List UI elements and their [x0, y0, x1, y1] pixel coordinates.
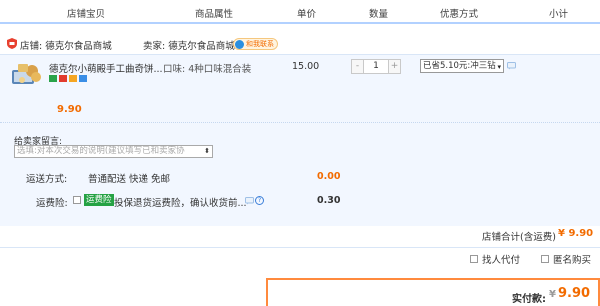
shop-total-label: 店铺合计(含运费): [482, 232, 556, 243]
message-placeholder: 选填:对本次交易的说明(建议填写已和卖家协: [17, 146, 185, 156]
insurance-checkbox[interactable]: [73, 196, 81, 204]
insurance-row: 运费险: 运费险 投保退货运费险，确认收货前... ? 0.30: [0, 193, 600, 209]
payment-total: ¥9.90: [549, 286, 590, 301]
guarantee-badge-icon[interactable]: [49, 75, 57, 82]
proxy-pay-checkbox[interactable]: [470, 255, 478, 263]
product-attribute: 口味: 4种口味混合装: [163, 64, 252, 75]
insurance-label: 运费险:: [36, 198, 68, 209]
contact-seller-label: 和我联系: [246, 40, 274, 48]
cart-column-header: 店铺宝贝 商品属性 单价 数量 优惠方式 小计: [0, 0, 600, 24]
shop-total-value: ¥ 9.90: [558, 228, 594, 239]
chat-icon: [235, 39, 244, 49]
shipping-price: 0.00: [317, 171, 341, 182]
shop-row: 店铺: 德克尔食品商城 卖家: 德克尔食品商城 和我联系: [0, 34, 600, 54]
chevron-down-icon: ▾: [497, 63, 501, 71]
proxy-pay-option[interactable]: 找人代付: [470, 252, 520, 266]
product-thumbnail[interactable]: [12, 62, 42, 88]
shipping-method: 普通配送 快递 免邮: [88, 174, 171, 185]
purchase-options: 找人代付 匿名购买: [0, 250, 600, 266]
quantity-input[interactable]: 1: [364, 59, 388, 74]
delivery-badge-icon[interactable]: [79, 75, 87, 82]
cart-item: 德克尔小萌殿手工曲奇饼... 口味: 4种口味混合装 15.00 - 1 + 已…: [0, 54, 600, 122]
header-attribute: 商品属性: [195, 9, 234, 20]
insurance-price: 0.30: [317, 195, 341, 206]
product-title-link[interactable]: 德克尔小萌殿手工曲奇饼...: [49, 61, 163, 75]
payment-summary: 实付款: ¥9.90: [266, 278, 600, 306]
service-badges: [49, 75, 87, 82]
shipping-row: 运送方式: 普通配送 快递 免邮 0.00: [0, 169, 600, 185]
proxy-pay-label: 找人代付: [482, 255, 521, 266]
quantity-stepper: - 1 +: [351, 59, 401, 74]
discount-select[interactable]: 已省5.10元:冲三钻 ▾: [420, 59, 504, 73]
return-badge-icon[interactable]: [69, 75, 77, 82]
insurance-description: 投保退货运费险，确认收货前...: [114, 198, 247, 209]
payment-amount: 9.90: [557, 286, 591, 301]
header-discount: 优惠方式: [440, 9, 479, 20]
unit-price: 15.00: [292, 61, 320, 72]
header-price: 单价: [297, 9, 317, 20]
shop-total-row: 店铺合计(含运费) ¥ 9.90: [0, 226, 600, 248]
message-to-seller-field[interactable]: 选填:对本次交易的说明(建议填写已和卖家协 ⬍: [14, 145, 213, 158]
discount-chat-icon[interactable]: [507, 62, 516, 70]
quantity-decrease-button[interactable]: -: [351, 59, 364, 74]
quantity-increase-button[interactable]: +: [388, 59, 401, 74]
anonymous-checkbox[interactable]: [541, 255, 549, 263]
card-payment-badge-icon[interactable]: [59, 75, 67, 82]
shop-name[interactable]: 店铺: 德克尔食品商城: [20, 38, 112, 52]
insurance-tag: 运费险: [84, 194, 114, 206]
discount-selected-value: 已省5.10元:冲三钻: [423, 61, 496, 71]
payment-label: 实付款:: [512, 294, 546, 305]
currency-symbol: ¥: [549, 289, 556, 300]
item-subtotal: 9.90: [57, 104, 82, 115]
header-item: 店铺宝贝: [67, 9, 106, 20]
anonymous-option[interactable]: 匿名购买: [541, 252, 591, 266]
insurance-chat-icon[interactable]: [245, 197, 254, 205]
seller-name[interactable]: 卖家: 德克尔食品商城: [143, 38, 235, 52]
shop-icon: [7, 38, 17, 49]
contact-seller-button[interactable]: 和我联系: [233, 38, 278, 50]
order-options: 给卖家留言: 选填:对本次交易的说明(建议填写已和卖家协 ⬍ 运送方式: 普通配…: [0, 122, 600, 226]
expand-icon: ⬍: [204, 147, 210, 155]
header-quantity: 数量: [369, 9, 389, 20]
header-subtotal: 小计: [549, 9, 569, 20]
help-icon[interactable]: ?: [255, 196, 264, 205]
shipping-label: 运送方式:: [26, 174, 68, 185]
anonymous-label: 匿名购买: [553, 255, 592, 266]
